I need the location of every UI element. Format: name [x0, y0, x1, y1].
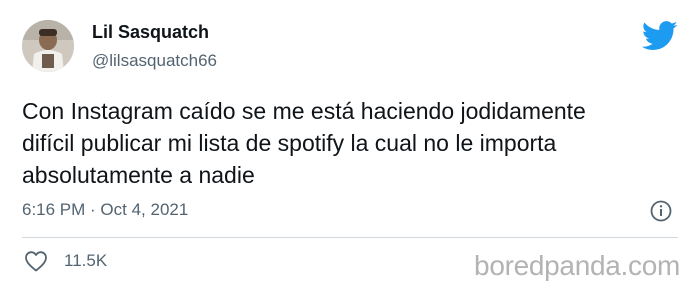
tweet-text: Con Instagram caído se me está haciendo … [22, 95, 682, 191]
tweet-text-line: absolutamente a nadie [22, 162, 255, 188]
watermark: boredpanda.com [474, 250, 680, 281]
like-count: 11.5K [64, 251, 108, 270]
twitter-bird-icon[interactable] [642, 21, 678, 51]
author-handle[interactable]: @lilsasquatch66 [92, 51, 217, 71]
tweet-text-line: difícil publicar mi lista de spotify la … [22, 130, 557, 156]
divider [22, 237, 678, 238]
info-icon[interactable] [650, 200, 672, 222]
avatar[interactable] [22, 20, 74, 72]
like-button[interactable]: 11.5K [24, 250, 107, 272]
author-name[interactable]: Lil Sasquatch [92, 22, 209, 43]
tweet-text-line: Con Instagram caído se me está haciendo … [22, 98, 586, 124]
heart-icon [25, 251, 47, 272]
avatar-image [22, 20, 74, 72]
tweet-timestamp[interactable]: 6:16 PM · Oct 4, 2021 [22, 200, 188, 220]
